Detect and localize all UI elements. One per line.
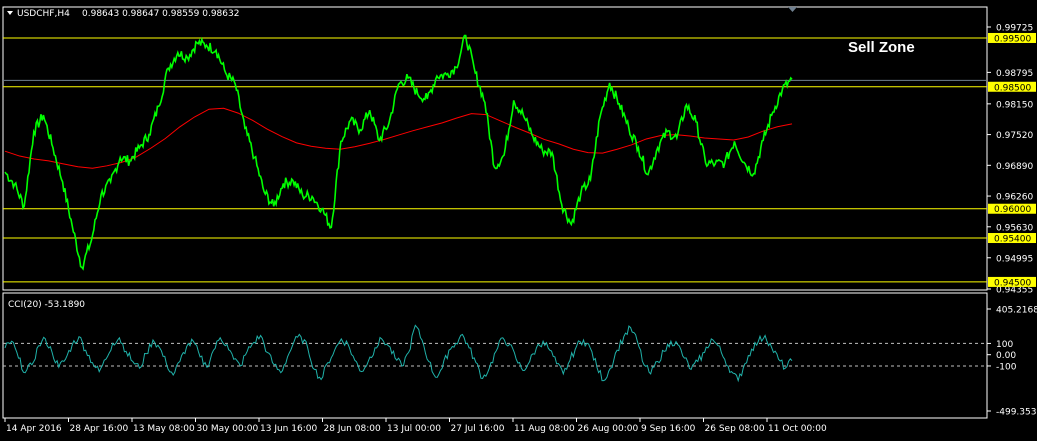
sell-zone-annotation: Sell Zone [848,39,915,56]
level-tag-label: 0.95400 [994,235,1031,245]
cci-line [4,324,793,383]
chart-window: USDCHF,H4 0.98643 0.98647 0.98559 0.9863… [2,6,1037,434]
symbol-label: USDCHF,H4 [17,9,70,19]
price-tick-label: 0.95630 [996,223,1033,233]
shift-marker-icon[interactable] [788,7,797,12]
price-levels [3,37,987,283]
time-tick-label: 13 Jul 00:00 [387,424,441,434]
level-tag-label: 0.94500 [994,278,1031,288]
price-series [4,34,793,271]
time-tick-label: 11 Aug 08:00 [514,424,575,434]
price-tick-label: 0.94995 [996,254,1033,264]
collapse-triangle-icon[interactable] [7,11,13,15]
time-tick-label: 27 Jul 16:00 [451,424,505,434]
price-axis: 0.99725 0.98795 0.98150 0.97520 0.96890 0.962… [987,24,1033,296]
cci-label: CCI(20) -53.1890 [8,300,85,310]
time-axis: 14 Apr 2016 28 Apr 16:00 13 May 08:00 30 Ma… [4,418,827,434]
price-line [4,34,793,271]
time-tick-label: 13 Jun 16:00 [260,424,317,434]
time-tick-label: 30 May 00:00 [197,424,259,434]
time-tick-label: 28 Apr 16:00 [70,424,129,434]
time-tick-label: 9 Sep 16:00 [641,424,696,434]
price-tick-label: 0.98150 [996,100,1033,110]
time-tick-label: 14 Apr 2016 [6,424,62,434]
price-tick-label: 0.96890 [996,162,1033,172]
cci-tick-label: -100 [996,362,1017,372]
price-tick-label: 0.99725 [996,24,1033,34]
cci-axis: 405.2168 1000.00-100 -499.3537 [987,306,1037,418]
price-tick-label: 0.98795 [996,69,1033,79]
price-tick-label: 0.97520 [996,131,1033,141]
cci-panel-frame [2,292,988,419]
ohlc-label: 0.98643 0.98647 0.98559 0.98632 [82,9,239,19]
level-tag-label: 0.99500 [994,34,1031,44]
price-tick-label: 0.96260 [996,193,1033,203]
time-tick-label: 26 Aug 00:00 [578,424,639,434]
cci-tick-label: 405.2168 [996,306,1037,316]
time-tick-label: 11 Oct 00:00 [768,424,827,434]
time-tick-label: 28 Jun 08:00 [324,424,381,434]
cci-tick-label: 100 [996,340,1013,350]
level-tag-label: 0.98500 [994,83,1031,93]
cci-levels [3,342,987,367]
cci-series [4,324,793,383]
time-tick-label: 26 Sep 08:00 [705,424,765,434]
cci-tick-label: 0.00 [996,351,1016,361]
time-tick-label: 13 May 08:00 [133,424,195,434]
level-tag-label: 0.96000 [994,205,1031,215]
cci-tick-label: -499.3537 [996,408,1037,418]
